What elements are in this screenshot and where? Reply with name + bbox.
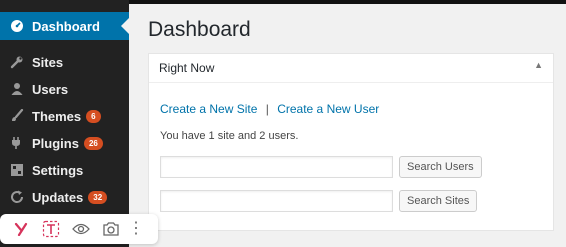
admin-sidebar: Dashboard Sites Users Themes 6 Plugins 2… (0, 0, 129, 247)
sidebar-item-label: Themes (32, 108, 82, 124)
settings-icon (10, 163, 24, 177)
link-separator: | (265, 102, 269, 116)
search-users-input[interactable] (160, 156, 393, 178)
widget-title: Right Now (159, 61, 215, 75)
update-count-badge: 32 (88, 190, 108, 204)
user-icon (10, 82, 24, 96)
sidebar-item-users[interactable]: Users (0, 75, 129, 103)
more-options-icon[interactable]: ⋮ (126, 217, 146, 241)
sidebar-item-label: Plugins (32, 135, 79, 151)
update-count-badge: 6 (86, 109, 101, 123)
sidebar-item-label: Settings (32, 162, 84, 178)
sidebar-item-dashboard[interactable]: Dashboard (0, 12, 129, 40)
plug-icon (10, 136, 24, 150)
sidebar-item-plugins[interactable]: Plugins 26 (0, 129, 129, 157)
camera-icon[interactable] (96, 217, 126, 241)
create-user-link[interactable]: Create a New User (277, 102, 379, 116)
site-summary-text: You have 1 site and 2 users. (160, 130, 299, 142)
right-now-widget: Right Now ▲ Create a New Site | Create a… (148, 53, 554, 231)
sidebar-item-label: Dashboard (32, 18, 100, 34)
page-title: Dashboard (148, 18, 251, 41)
update-count-badge: 26 (83, 136, 103, 150)
text-tool-icon[interactable] (36, 217, 66, 241)
search-users-row: Search Users (160, 156, 482, 178)
search-sites-row: Search Sites (160, 190, 478, 212)
floating-toolbar: ⋮ (0, 214, 158, 244)
sidebar-item-sites[interactable]: Sites (0, 48, 129, 76)
sidebar-item-themes[interactable]: Themes 6 (0, 102, 129, 130)
sidebar-item-label: Sites (32, 54, 64, 70)
eye-icon[interactable] (66, 217, 96, 241)
refresh-icon (10, 190, 24, 204)
widget-header[interactable]: Right Now (149, 54, 553, 83)
dashboard-icon (10, 19, 24, 33)
sidebar-item-settings[interactable]: Settings (0, 156, 129, 184)
yoast-icon[interactable] (6, 217, 36, 241)
sidebar-item-label: Users (32, 81, 69, 97)
search-sites-button[interactable]: Search Sites (399, 190, 478, 212)
paintbrush-icon (10, 109, 24, 123)
sidebar-item-label: Updates (32, 189, 84, 205)
sidebar-item-updates[interactable]: Updates 32 (0, 183, 129, 211)
collapse-toggle-icon[interactable]: ▲ (534, 60, 543, 70)
quick-links: Create a New Site | Create a New User (160, 102, 379, 116)
wrench-icon (10, 55, 24, 69)
create-site-link[interactable]: Create a New Site (160, 102, 257, 116)
active-indicator (121, 18, 129, 34)
search-users-button[interactable]: Search Users (399, 156, 482, 178)
search-sites-input[interactable] (160, 190, 393, 212)
